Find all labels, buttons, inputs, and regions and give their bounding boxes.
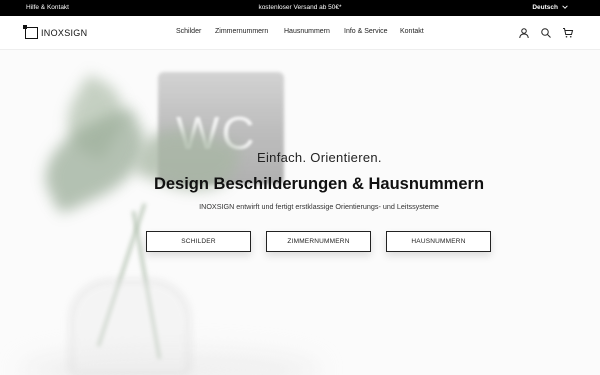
language-label: Deutsch (532, 3, 558, 11)
logo[interactable]: INOXSIGN (23, 25, 88, 39)
shipping-promo-text: kostenloser Versand ab 50€* (258, 4, 342, 11)
logo-text: INOXSIGN (41, 28, 88, 38)
nav-item-kontakt[interactable]: Kontakt (400, 28, 424, 35)
nav-item-hausnummern[interactable]: Hausnummern (284, 28, 330, 35)
nav-item-info-service[interactable]: Info & Service (344, 28, 388, 35)
hero-headline: Design Beschilderungen & Hausnummern (153, 175, 485, 193)
site-header: INOXSIGN Schilder Zimmernummern Hausnumm… (0, 16, 600, 50)
hero-tagline: Einfach. Orientieren. (257, 150, 382, 165)
header-icons (518, 26, 574, 39)
hero-subline: INOXSIGN entwirft und fertigt erstklassi… (199, 202, 439, 211)
chevron-down-icon (562, 5, 568, 9)
announcement-bar: Hilfe & Kontakt kostenloser Versand ab 5… (0, 0, 600, 16)
nav-item-zimmernummern[interactable]: Zimmernummern (215, 28, 268, 35)
language-selector[interactable]: Deutsch (532, 4, 568, 11)
zimmernummern-button[interactable]: ZIMMERNUMMERN (266, 231, 371, 252)
nav-item-schilder[interactable]: Schilder (176, 28, 201, 35)
schilder-button[interactable]: SCHILDER (146, 231, 251, 252)
user-icon[interactable] (518, 26, 530, 39)
glass-vase-image (70, 280, 190, 375)
logo-mark-icon (23, 25, 38, 39)
hero-banner: WC Einfach. Orientieren. Design Beschild… (0, 50, 600, 375)
cart-icon[interactable] (562, 26, 574, 38)
hausnummern-button[interactable]: HAUSNUMMERN (386, 231, 491, 252)
search-icon[interactable] (540, 26, 552, 38)
